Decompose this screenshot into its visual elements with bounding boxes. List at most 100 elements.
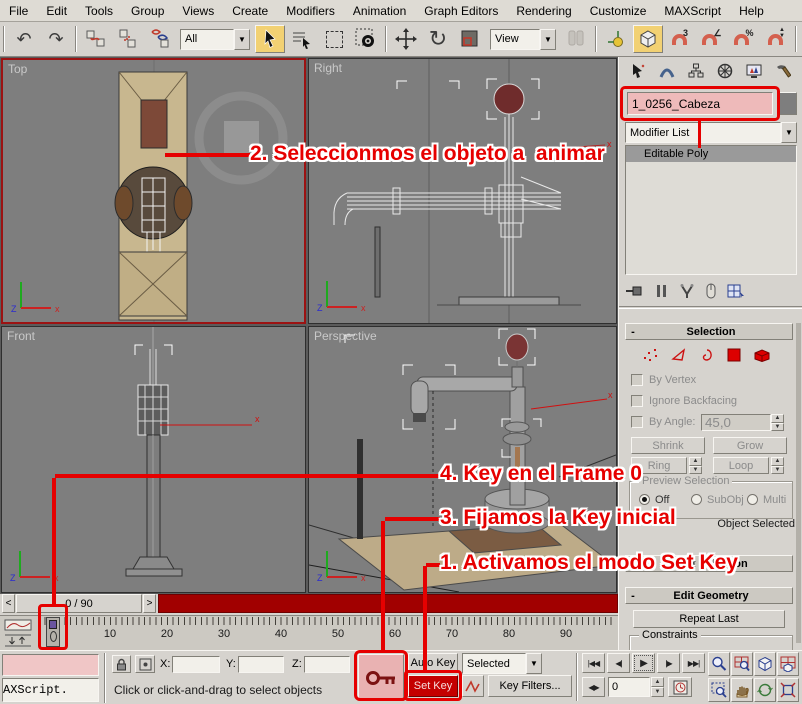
tab-create[interactable] — [623, 59, 652, 83]
default-in-out-tangents-button[interactable] — [462, 675, 484, 697]
select-and-scale-button[interactable] — [455, 25, 485, 53]
frame-spinner[interactable]: ▲▼ — [651, 677, 664, 697]
pin-stack-icon[interactable] — [625, 283, 645, 299]
tab-display[interactable] — [739, 59, 768, 83]
repeat-last-button[interactable]: Repeat Last — [633, 610, 785, 628]
viewport-top[interactable]: Top — [1, 58, 306, 324]
select-object-button[interactable] — [255, 25, 285, 53]
grow-button[interactable]: Grow — [713, 437, 787, 454]
selection-lock-toggle[interactable] — [112, 655, 131, 673]
track-bar[interactable]: 10 20 30 40 50 60 70 80 90 — [0, 615, 618, 650]
modifier-stack[interactable]: Editable Poly — [625, 145, 797, 275]
menu-animation[interactable]: Animation — [344, 2, 415, 20]
key-mode-toggle-button[interactable]: ◀▶ — [582, 677, 605, 697]
spinner-down-icon[interactable]: ▼ — [651, 687, 664, 697]
viewport-right-label[interactable]: Right — [314, 61, 342, 75]
spinner-up-icon[interactable]: ▲ — [651, 677, 664, 687]
polygon-subobject-icon[interactable] — [727, 348, 741, 362]
menu-graph-editors[interactable]: Graph Editors — [415, 2, 507, 20]
viewport-right-canvas[interactable]: x Z x — [309, 59, 616, 323]
spinner-up-icon[interactable]: ▲ — [771, 457, 784, 466]
open-mini-curve-editor-icon[interactable] — [4, 619, 34, 647]
by-angle-checkbox[interactable] — [631, 416, 643, 428]
stack-item-editable-poly[interactable]: Editable Poly — [626, 146, 796, 162]
spinner-down-icon[interactable]: ▼ — [689, 466, 702, 475]
menu-tools[interactable]: Tools — [76, 2, 122, 20]
use-pivot-center-button[interactable] — [561, 25, 591, 53]
maxscript-mini-listener[interactable]: AXScript. — [2, 678, 99, 702]
spinner-snap-button[interactable]: ▲▼ — [761, 25, 791, 53]
loop-spinner[interactable]: ▲▼ — [771, 457, 784, 474]
go-to-start-button[interactable]: |◀◀ — [582, 653, 605, 673]
arc-rotate-button[interactable] — [754, 678, 776, 702]
previous-frame-button[interactable]: ◀| — [607, 653, 630, 673]
maxscript-macro-recorder-field[interactable] — [2, 654, 99, 676]
x-coord-field[interactable] — [172, 656, 220, 673]
angle-snap-button[interactable]: ∠ — [697, 25, 727, 53]
loop-button[interactable]: Loop — [713, 457, 769, 474]
make-unique-icon[interactable] — [679, 283, 695, 299]
window-crossing-toggle-button[interactable] — [351, 25, 381, 53]
z-coord-field[interactable] — [304, 656, 350, 673]
play-animation-button[interactable]: ▶ — [632, 653, 655, 673]
spinner-down-icon[interactable]: ▼ — [771, 466, 784, 475]
unlink-selection-button[interactable] — [113, 25, 143, 53]
viewport-top-canvas[interactable]: Z x — [3, 60, 304, 322]
edge-subobject-icon[interactable] — [671, 348, 687, 362]
select-and-rotate-button[interactable]: ↻ — [423, 25, 453, 53]
ignore-backfacing-checkbox[interactable] — [631, 395, 643, 407]
select-by-name-button[interactable] — [287, 25, 317, 53]
next-frame-arrow-button[interactable]: > — [143, 594, 156, 613]
tab-hierarchy[interactable] — [681, 59, 710, 83]
menu-maxscript[interactable]: MAXScript — [655, 2, 730, 20]
current-frame-field[interactable] — [608, 677, 650, 697]
snaps-toggle-button[interactable] — [633, 25, 663, 53]
select-and-manipulate-button[interactable] — [601, 25, 631, 53]
tab-utilities[interactable] — [768, 59, 797, 83]
viewport-front[interactable]: Front x — [1, 326, 306, 593]
dropdown-arrow-icon[interactable]: ▼ — [234, 29, 250, 50]
time-slider[interactable]: 0 / 90 — [16, 594, 142, 613]
menu-help[interactable]: Help — [730, 2, 773, 20]
by-angle-field[interactable] — [701, 414, 771, 431]
spinner-down-icon[interactable]: ▼ — [771, 423, 784, 432]
element-subobject-icon[interactable] — [753, 348, 771, 362]
menu-customize[interactable]: Customize — [581, 2, 656, 20]
go-to-end-button[interactable]: ▶▶| — [682, 653, 705, 673]
viewport-front-canvas[interactable]: x Z x — [2, 327, 305, 592]
shrink-button[interactable]: Shrink — [631, 437, 705, 454]
preview-off-radio[interactable] — [639, 494, 650, 505]
y-coord-field[interactable] — [238, 656, 284, 673]
dropdown-arrow-icon[interactable]: ▼ — [540, 29, 556, 50]
menu-file[interactable]: File — [0, 2, 37, 20]
modifier-list-dropdown[interactable]: Modifier List ▼ — [625, 122, 797, 143]
remove-modifier-icon[interactable] — [705, 283, 717, 299]
tab-modify[interactable] — [652, 59, 681, 83]
absolute-offset-toggle[interactable] — [135, 655, 155, 673]
spinner-up-icon[interactable]: ▲ — [771, 414, 784, 423]
maximize-viewport-toggle-button[interactable] — [777, 678, 799, 702]
vertex-subobject-icon[interactable] — [643, 348, 659, 362]
configure-modifier-sets-icon[interactable] — [727, 283, 745, 299]
spinner-up-icon[interactable]: ▲ — [689, 457, 702, 466]
undo-button[interactable]: ↶ — [9, 25, 39, 53]
bind-to-space-warp-button[interactable] — [145, 25, 175, 53]
by-vertex-checkbox[interactable] — [631, 374, 643, 386]
percent-snap-button[interactable]: % — [729, 25, 759, 53]
preview-subobj-radio[interactable] — [691, 494, 702, 505]
toolbar-handle[interactable] — [3, 26, 5, 52]
viewport-right[interactable]: Right — [308, 58, 617, 324]
object-color-swatch[interactable] — [777, 92, 797, 115]
zoom-button[interactable] — [708, 652, 730, 676]
show-end-result-icon[interactable] — [655, 283, 669, 299]
edit-geometry-rollout-header[interactable]: - Edit Geometry — [625, 587, 793, 604]
selection-filter-dropdown[interactable]: All ▼ — [180, 29, 250, 50]
snap-3d-button[interactable]: 3 — [665, 25, 695, 53]
time-configuration-button[interactable] — [668, 677, 692, 697]
preview-multi-radio[interactable] — [747, 494, 758, 505]
zoom-all-button[interactable] — [731, 652, 753, 676]
selection-rollout-header[interactable]: - Selection — [625, 323, 793, 340]
key-filters-button[interactable]: Key Filters... — [488, 675, 572, 697]
selection-set-dropdown[interactable]: Selected ▼ — [462, 653, 542, 674]
select-and-link-button[interactable] — [81, 25, 111, 53]
